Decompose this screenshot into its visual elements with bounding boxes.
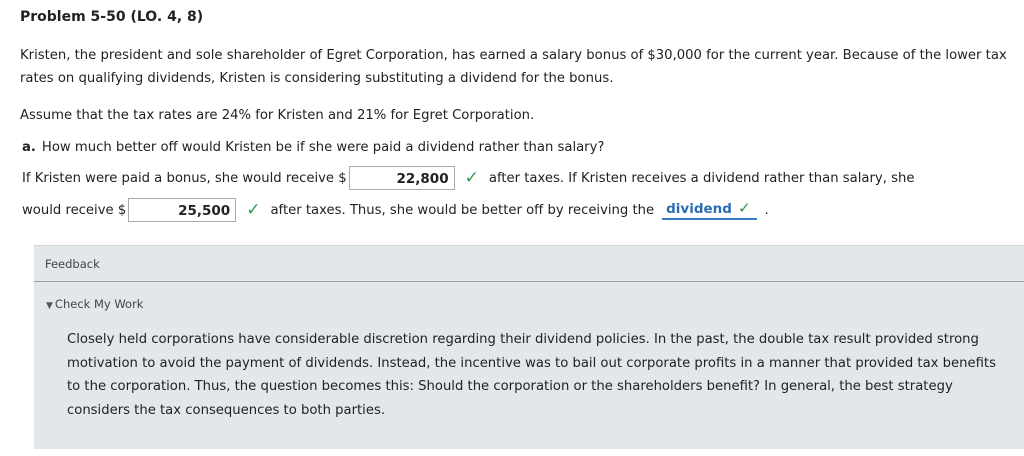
correct-check-icon: ✓: [246, 199, 261, 220]
line1-suffix: after taxes. If Kristen receives a divid…: [488, 170, 915, 186]
dividend-after-tax-input[interactable]: 25,500: [128, 198, 237, 222]
question-text: How much better off would Kristen be if …: [41, 140, 605, 155]
dropdown-selected-value: dividend: [666, 200, 732, 217]
better-option-dropdown[interactable]: dividend ✓: [662, 198, 757, 220]
correct-check-icon: ✓: [737, 198, 751, 217]
line1-prefix: If Kristen were paid a bonus, she would …: [22, 170, 347, 186]
problem-description: Kristen, the president and sole sharehol…: [20, 48, 1007, 86]
tax-rate-assumption: Assume that the tax rates are 24% for Kr…: [20, 108, 535, 123]
question-letter: a.: [22, 140, 36, 155]
line2-suffix: after taxes. Thus, she would be better o…: [270, 202, 655, 218]
bonus-after-tax-input[interactable]: 22,800: [348, 166, 455, 190]
feedback-panel: Feedback ▼ ▼Check My Work Closely held c…: [34, 245, 1024, 449]
problem-title: Problem 5-50 (LO. 4, 8): [20, 9, 204, 25]
answer-line-2: would receive $ 25,500 ✓ after taxes. Th…: [22, 198, 769, 222]
answer-line-1: If Kristen were paid a bonus, she would …: [22, 166, 914, 190]
feedback-label: Feedback: [45, 257, 100, 271]
feedback-explanation: Closely held corporations have considera…: [67, 332, 996, 418]
sentence-period: .: [764, 202, 769, 218]
question-a: a. How much better off would Kristen be i…: [22, 140, 604, 155]
triangle-down-icon: ▼: [46, 301, 53, 311]
feedback-divider: [34, 281, 1024, 282]
line2-prefix: would receive $: [22, 202, 127, 218]
check-my-work-toggle[interactable]: ▼ Check My Work: [46, 297, 143, 311]
correct-check-icon: ✓: [464, 167, 479, 188]
check-my-work-label: Check My Work: [54, 297, 144, 311]
